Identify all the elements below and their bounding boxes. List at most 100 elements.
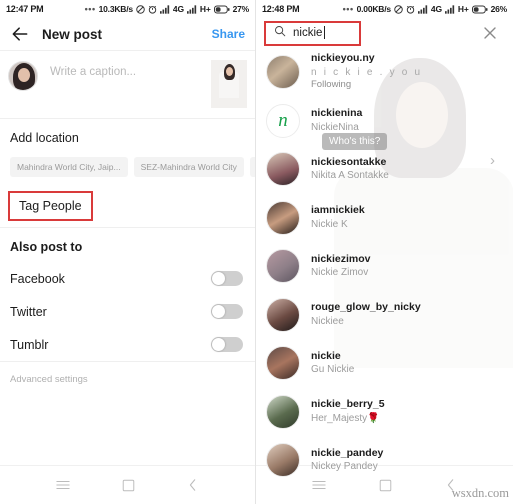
list-item[interactable]: nickieyou.ny n i c k i e . y o u Followi…: [256, 48, 513, 97]
network-type-1: 4G: [430, 4, 442, 14]
location-chip[interactable]: SEZ-Mahindra World City: [133, 157, 244, 177]
result-username: nickiezimov: [311, 252, 371, 265]
status-network-speed: 10.3KB/s: [98, 4, 134, 14]
avatar: [266, 249, 300, 284]
result-fullname: Gu Nickie: [311, 364, 355, 376]
result-username: nickie_pandey: [311, 446, 384, 459]
result-follow-status: Following: [311, 79, 352, 91]
list-item[interactable]: nickie Gu Nickie: [256, 339, 513, 388]
result-fullname: n i c k i e . y o u: [311, 66, 423, 78]
battery-icon: [471, 5, 488, 14]
location-chip[interactable]: Rajasth...: [249, 157, 255, 177]
arrow-left-icon[interactable]: [10, 24, 30, 44]
square-icon[interactable]: [122, 479, 135, 492]
toggle-row-twitter[interactable]: Twitter: [0, 295, 255, 328]
search-bar: nickie: [256, 18, 513, 48]
twitter-toggle[interactable]: [211, 304, 243, 319]
list-item[interactable]: nickiesontakke Nikita A Sontakke: [256, 145, 513, 194]
list-item[interactable]: nickiezimov Nickie Zimov: [256, 242, 513, 291]
avatar: [266, 394, 300, 429]
site-watermark: wsxdn.com: [451, 486, 509, 500]
result-username: nickieyou.ny: [311, 52, 375, 65]
network-type-2: H+: [199, 4, 211, 14]
network-type-2: H+: [457, 4, 469, 14]
tumblr-toggle[interactable]: [211, 337, 243, 352]
toggle-label: Twitter: [10, 304, 47, 319]
android-nav-bar-left: [0, 465, 255, 504]
location-chip[interactable]: Mahindra World City, Jaip...: [10, 157, 128, 177]
status-bar-right: 12:48 PM ••• 0.00KB/s 4G H+ 26%: [256, 0, 513, 18]
post-thumbnail[interactable]: [211, 60, 247, 108]
app-bar: New post Share: [0, 18, 255, 51]
search-input[interactable]: nickie: [264, 20, 361, 46]
result-fullname: Nickie Zimov: [311, 267, 369, 279]
status-bar-left: 12:47 PM ••• 10.3KB/s 4G H+ 27%: [0, 0, 255, 18]
result-fullname: NickieNina: [311, 121, 359, 133]
result-fullname: Nickie K: [311, 218, 348, 230]
avatar: [266, 297, 300, 332]
list-item[interactable]: iamnickiek Nickie K: [256, 194, 513, 243]
signal-bars-icon-2: [186, 4, 197, 14]
mute-icon: [394, 4, 403, 14]
avatar: [266, 55, 300, 90]
signal-bars-icon-1: [159, 4, 170, 14]
search-results-list[interactable]: Who's this? › nickieyou.ny n i c k i e .…: [256, 48, 513, 483]
chevron-left-icon[interactable]: [187, 478, 199, 492]
result-username: nickienina: [311, 107, 363, 120]
location-chips: Mahindra World City, Jaip... SEZ-Mahindr…: [0, 157, 255, 187]
tag-people-row: Tag People: [0, 187, 255, 227]
right-phone-screen: 12:48 PM ••• 0.00KB/s 4G H+ 26% nickie W…: [256, 0, 513, 504]
search-query: nickie: [293, 26, 326, 39]
avatar: [266, 200, 300, 235]
add-location-button[interactable]: Add location: [0, 119, 255, 157]
result-username: nickie: [311, 349, 341, 362]
avatar: [266, 443, 300, 478]
result-fullname: Nickiee: [311, 315, 344, 327]
list-item[interactable]: nickie_pandey Nickey Pandey: [256, 436, 513, 483]
facebook-toggle[interactable]: [211, 271, 243, 286]
menu-icon[interactable]: [56, 478, 70, 492]
mute-icon: [136, 4, 145, 14]
toggle-row-facebook[interactable]: Facebook: [0, 262, 255, 295]
result-username: rouge_glow_by_nicky: [311, 301, 421, 314]
avatar: [266, 346, 300, 381]
battery-percent: 26%: [490, 4, 508, 14]
alarm-icon: [406, 5, 415, 14]
signal-bars-icon-2: [444, 4, 455, 14]
toggle-label: Tumblr: [10, 337, 49, 352]
status-time: 12:47 PM: [6, 4, 44, 14]
left-phone-screen: 12:47 PM ••• 10.3KB/s 4G H+ 27% New post…: [0, 0, 256, 504]
status-dots-icon: •••: [84, 4, 96, 14]
status-network-speed: 0.00KB/s: [356, 4, 392, 14]
share-button[interactable]: Share: [212, 27, 245, 41]
caption-input[interactable]: Write a caption...: [38, 59, 211, 78]
search-icon: [274, 24, 286, 42]
result-username: nickiesontakke: [311, 155, 387, 168]
also-post-to-title: Also post to: [10, 240, 83, 254]
close-icon[interactable]: [481, 24, 499, 42]
advanced-settings-link[interactable]: Advanced settings: [0, 362, 255, 397]
network-type-1: 4G: [172, 4, 184, 14]
avatar: [8, 61, 38, 91]
result-username: nickie_berry_5: [311, 398, 385, 411]
result-fullname: Nikita A Sontakke: [311, 170, 389, 182]
tag-people-button[interactable]: Tag People: [8, 191, 93, 221]
result-fullname: Her_Majesty🌹: [311, 412, 380, 424]
list-item[interactable]: n nickienina NickieNina: [256, 97, 513, 146]
alarm-icon: [148, 5, 157, 14]
battery-icon: [213, 5, 230, 14]
toggle-label: Facebook: [10, 271, 65, 286]
status-dots-icon: •••: [342, 4, 354, 14]
avatar: n: [266, 103, 300, 138]
dual-screenshot-container: 12:47 PM ••• 10.3KB/s 4G H+ 27% New post…: [0, 0, 513, 504]
avatar: [266, 152, 300, 187]
list-item[interactable]: rouge_glow_by_nicky Nickiee: [256, 291, 513, 340]
page-title: New post: [42, 26, 103, 42]
result-fullname: Nickey Pandey: [311, 461, 378, 473]
status-time: 12:48 PM: [262, 4, 300, 14]
list-item[interactable]: nickie_berry_5 Her_Majesty🌹: [256, 388, 513, 437]
battery-percent: 27%: [232, 4, 250, 14]
caption-row: Write a caption...: [0, 51, 255, 119]
signal-bars-icon-1: [417, 4, 428, 14]
toggle-row-tumblr[interactable]: Tumblr: [0, 328, 255, 361]
